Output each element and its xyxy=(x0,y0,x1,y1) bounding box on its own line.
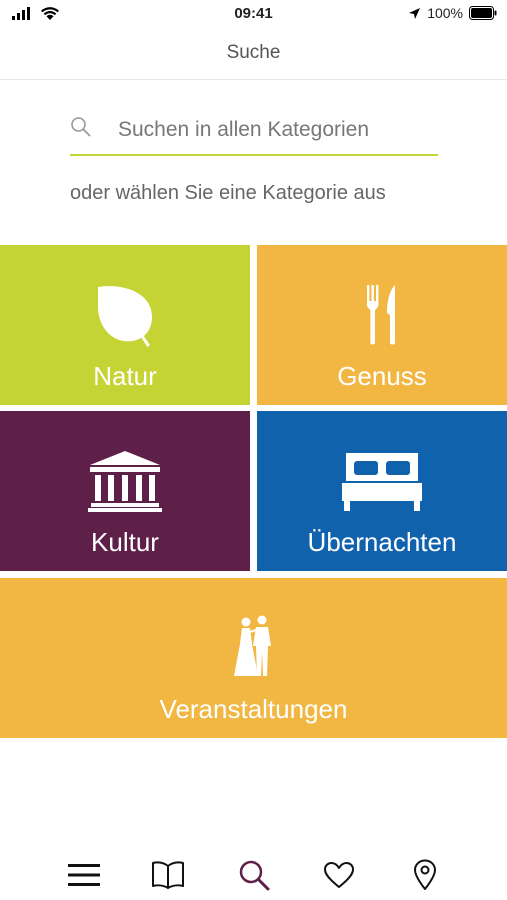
battery-percent: 100% xyxy=(427,5,463,21)
category-tile-veranstaltungen[interactable]: Veranstaltungen xyxy=(0,578,507,738)
category-label: Veranstaltungen xyxy=(159,694,348,724)
heart-icon xyxy=(324,862,354,888)
search-icon xyxy=(71,117,91,137)
page-title: Suche xyxy=(226,42,281,63)
category-hint: oder wählen Sie eine Kategorie aus xyxy=(70,182,386,204)
bed-icon xyxy=(342,453,422,511)
search-input[interactable] xyxy=(118,114,428,146)
book-icon xyxy=(152,861,184,889)
battery-icon xyxy=(469,6,497,20)
category-label: Natur xyxy=(93,361,157,391)
category-tile-uebernachten[interactable]: Übernachten xyxy=(257,411,507,571)
museum-icon xyxy=(88,451,162,512)
fork-knife-icon xyxy=(367,285,395,345)
navigation-bar: Suche xyxy=(0,30,507,80)
search-icon xyxy=(239,860,270,891)
search-field[interactable] xyxy=(70,108,438,156)
location-arrow-icon xyxy=(409,7,421,19)
status-bar: 09:41 100% xyxy=(0,0,507,30)
tab-guide[interactable] xyxy=(150,857,186,893)
category-label: Kultur xyxy=(91,527,159,557)
category-tile-natur[interactable]: Natur xyxy=(0,245,250,405)
tab-search[interactable] xyxy=(236,857,272,893)
category-tile-kultur[interactable]: Kultur xyxy=(0,411,250,571)
menu-icon xyxy=(68,864,100,886)
category-tile-genuss[interactable]: Genuss xyxy=(257,245,507,405)
leaf-icon xyxy=(98,286,152,347)
tab-map[interactable] xyxy=(407,857,443,893)
category-label: Genuss xyxy=(337,361,427,391)
location-pin-icon xyxy=(414,859,436,890)
tab-menu[interactable] xyxy=(66,857,102,893)
status-right: 100% xyxy=(408,5,497,21)
category-label: Übernachten xyxy=(307,527,457,557)
tab-bar xyxy=(0,845,507,900)
wedding-couple-icon xyxy=(233,615,271,676)
tab-favorites[interactable] xyxy=(321,857,357,893)
